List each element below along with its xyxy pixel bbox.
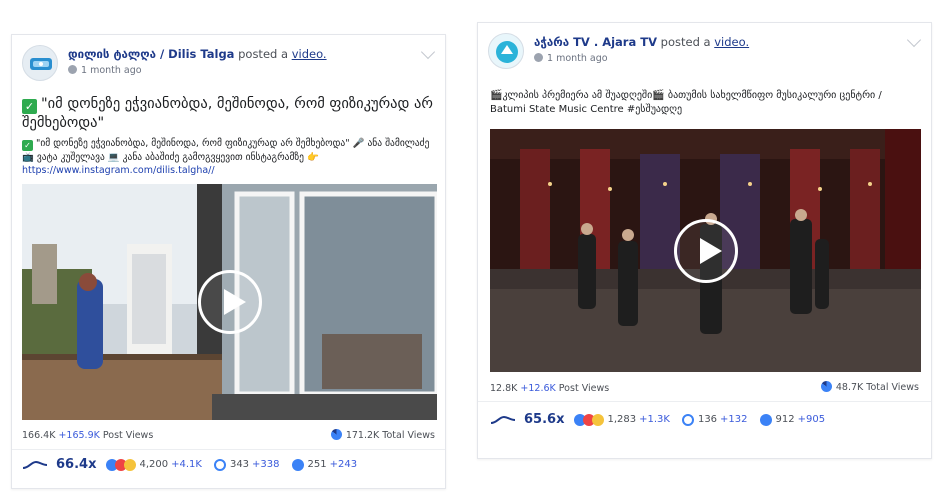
post-description: 🎬კლიპის პრემიერა ამ შუადღეში🎬 ბათუმის სა… — [490, 89, 920, 119]
shares-delta: +243 — [329, 459, 358, 470]
video-thumbnail[interactable] — [22, 184, 437, 420]
total-views-text: 48.7K Total Views — [835, 382, 919, 393]
globe-icon — [534, 53, 543, 62]
post-views: 12.8K +12.6K Post Views — [490, 383, 609, 394]
description-text: 🎬კლიპის პრემიერა ამ შუადღეში🎬 ბათუმის სა… — [490, 90, 882, 115]
page-name-link[interactable]: აჭარა TV . Ajara TV — [534, 35, 657, 49]
total-views: 48.7K Total Views — [820, 381, 919, 393]
time-text: 1 month ago — [547, 53, 608, 64]
post-views-label: Post Views — [102, 430, 154, 441]
post-time: 1 month ago — [68, 65, 142, 76]
globe-icon — [68, 65, 77, 74]
speed-value: 65.6x — [524, 412, 565, 427]
check-icon: ✓ — [22, 99, 37, 114]
reactions-delta: +4.1K — [171, 459, 202, 470]
post-views-delta: +12.6K — [520, 383, 556, 394]
post-header: დილის ტალღა / Dilis Talga posted a video… — [22, 44, 436, 85]
action-text: posted a — [238, 47, 289, 61]
views-pie-icon — [330, 429, 342, 440]
description-text: "იმ დონეზე ეჭვიანობდა, მეშინოდა, რომ ფიზ… — [22, 138, 430, 163]
reactions-icon — [106, 458, 137, 471]
views-pie-icon — [820, 381, 832, 392]
post-card-dilis-talga: დილის ტალღა / Dilis Talga posted a video… — [11, 34, 446, 489]
comments-count: 343 — [229, 459, 250, 470]
reactions-count: 4,200 — [139, 459, 169, 470]
speed-wave-icon — [490, 415, 516, 424]
post-views-delta: +165.9K — [58, 430, 100, 441]
post-card-ajara-tv: აჭარა TV . Ajara TV posted a video. 1 mo… — [477, 22, 932, 459]
time-text: 1 month ago — [81, 65, 142, 76]
engagement-bar: 65.6x 1,283 +1.3K 136 +132 912 +905 — [490, 412, 825, 427]
divider — [12, 449, 445, 450]
page-name-link[interactable]: დილის ტალღა / Dilis Talga — [68, 47, 234, 61]
post-views-value: 166.4K — [22, 430, 56, 441]
video-link[interactable]: video. — [292, 47, 327, 61]
post-author-line: აჭარა TV . Ajara TV posted a video. — [534, 35, 749, 49]
check-icon: ✓ — [22, 140, 33, 151]
speed-wave-icon — [22, 460, 48, 469]
post-header: აჭარა TV . Ajara TV posted a video. 1 mo… — [488, 32, 922, 73]
video-thumbnail[interactable] — [490, 129, 921, 372]
post-views-label: Post Views — [558, 383, 610, 394]
action-text: posted a — [660, 35, 711, 49]
post-title-text: "იმ დონეზე ეჭვიანობდა, მეშინოდა, რომ ფიზ… — [22, 96, 433, 131]
comments-count: 136 — [697, 414, 718, 425]
post-description: ✓ "იმ დონეზე ეჭვიანობდა, მეშინოდა, რომ ფი… — [22, 137, 437, 177]
avatar[interactable] — [488, 33, 524, 69]
engagement-bar: 66.4x 4,200 +4.1K 343 +338 251 +243 — [22, 457, 357, 472]
comment-icon — [681, 413, 694, 426]
comment-icon — [213, 458, 226, 471]
comments-delta: +338 — [252, 459, 280, 470]
comments-delta: +132 — [720, 414, 748, 425]
shares-count: 912 — [775, 414, 795, 425]
post-views: 166.4K +165.9K Post Views — [22, 430, 153, 441]
share-icon — [759, 413, 772, 426]
video-link[interactable]: video. — [714, 35, 749, 49]
shares-delta: +905 — [797, 414, 826, 425]
total-views-text: 171.2K Total Views — [345, 430, 435, 441]
chevron-down-icon[interactable] — [906, 32, 922, 48]
post-views-value: 12.8K — [490, 383, 518, 394]
chevron-down-icon[interactable] — [420, 44, 436, 60]
share-icon — [291, 458, 304, 471]
divider — [478, 401, 931, 402]
reactions-icon — [574, 413, 605, 426]
reactions-delta: +1.3K — [639, 414, 670, 425]
play-button[interactable] — [674, 219, 738, 283]
play-button[interactable] — [198, 270, 262, 334]
instagram-link[interactable]: https://www.instagram.com/dilis.talgha// — [22, 165, 215, 176]
shares-count: 251 — [307, 459, 327, 470]
avatar[interactable] — [22, 45, 58, 81]
post-title: ✓ "იმ დონეზე ეჭვიანობდა, მეშინოდა, რომ ფი… — [22, 95, 437, 133]
post-author-line: დილის ტალღა / Dilis Talga posted a video… — [68, 47, 327, 61]
total-views: 171.2K Total Views — [330, 429, 435, 441]
reactions-count: 1,283 — [607, 414, 637, 425]
speed-value: 66.4x — [56, 457, 97, 472]
post-time: 1 month ago — [534, 53, 608, 64]
